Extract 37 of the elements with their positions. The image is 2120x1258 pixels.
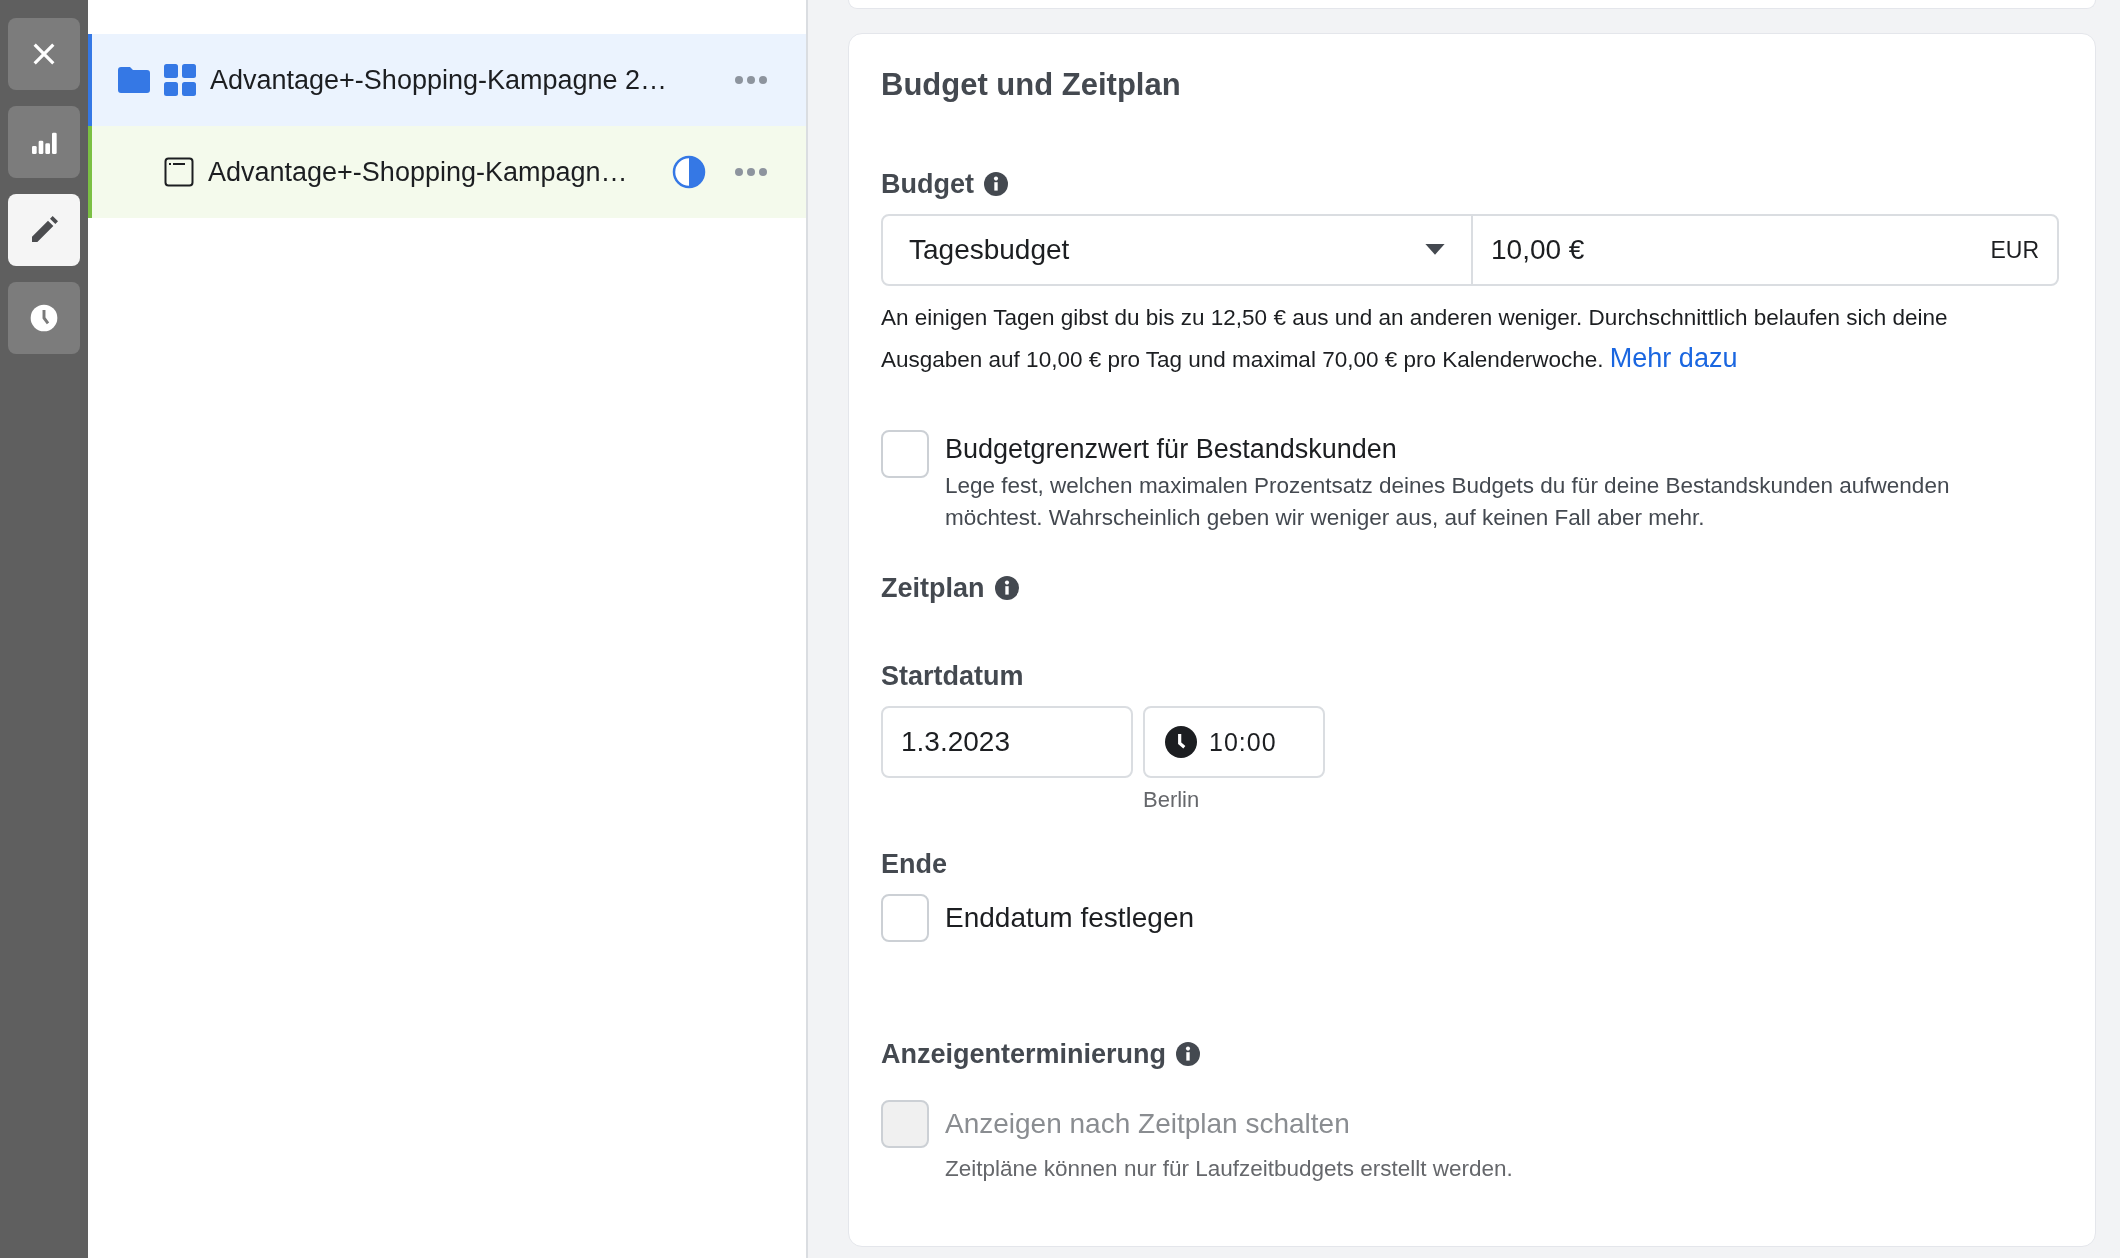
hint-text: Zeitpläne können nur für Laufzeitbudgets erstellt werden. — [945, 1156, 1513, 1182]
campaign-name: Advantage+-Shopping-Kampagne 2… — [210, 64, 669, 96]
section-title: Budget und Zeitplan — [881, 66, 1182, 104]
date-field[interactable]: 1.3.2023 — [881, 706, 1133, 778]
history-button[interactable] — [8, 282, 80, 354]
edit-button[interactable] — [8, 194, 80, 266]
time-field[interactable]: 10:00 — [1143, 706, 1325, 778]
budget-note: An einigen Tagen gibst du bis zu 12,50 € aus und an anderen weniger. Durchschnittlich belaufen sich deine Ausgaben auf 10,00 € pro Tag und maximal 70,00 € pro Kalenderwoche. Mehr dazu — [881, 304, 1949, 375]
checkbox-label: Anzeigen nach Zeitplan schalten — [945, 1107, 1351, 1141]
end-label: Ende — [881, 848, 947, 881]
info-icon[interactable] — [1176, 1042, 1201, 1066]
learn-more-link[interactable]: Mehr dazu — [1609, 343, 1738, 373]
grid-icon — [164, 64, 196, 96]
folder-icon — [118, 64, 150, 96]
budget-label: Budget — [881, 168, 974, 201]
ad-scheduling-label: Anzeigenterminierung — [881, 1038, 1167, 1071]
tree-item[interactable]: Advantage+-Shopping-Kampagn… — [88, 126, 806, 218]
checkbox-label: Budgetgrenzwert für Bestandskunden — [945, 433, 1398, 466]
more-icon[interactable] — [734, 167, 768, 177]
checkbox[interactable] — [881, 894, 929, 942]
chart-button[interactable] — [8, 106, 80, 178]
campaign-name: Advantage+-Shopping-Kampagn… — [208, 156, 629, 188]
timezone-label: Berlin — [1143, 786, 1201, 814]
start-date-label: Startdatum — [881, 660, 1024, 693]
checkbox[interactable] — [881, 430, 929, 478]
close-button[interactable] — [8, 18, 80, 90]
window-icon — [164, 157, 194, 187]
checkbox-label: Enddatum festlegen — [945, 901, 1195, 935]
clock-icon — [1165, 726, 1197, 758]
info-icon[interactable] — [994, 576, 1019, 600]
schedule-label: Zeitplan — [881, 572, 985, 605]
tree-item[interactable]: Advantage+-Shopping-Kampagne 2… — [88, 34, 806, 126]
more-icon[interactable] — [734, 75, 768, 85]
option-description: Lege fest, welchen maximalen Prozentsatz deines Budgets du für deine Bestandskunden aufwenden möchtest. Wahrscheinlich geben wir weniger aus, auf keinen Fall aber mehr. — [945, 472, 1951, 532]
half-circle-icon — [672, 155, 706, 189]
info-icon[interactable] — [984, 172, 1008, 196]
clock-icon — [28, 302, 60, 334]
